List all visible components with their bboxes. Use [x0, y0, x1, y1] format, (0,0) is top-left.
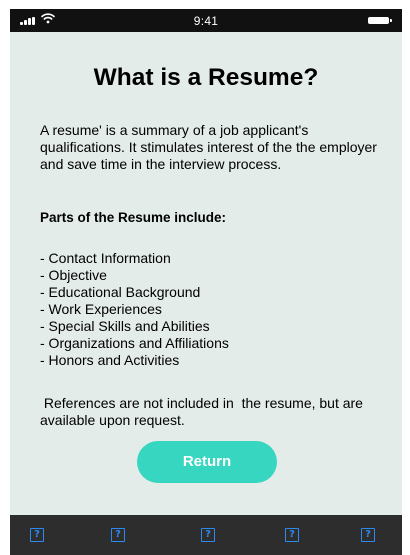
references-note: References are not included in the resum…: [40, 395, 367, 428]
question-icon[interactable]: ?: [30, 528, 44, 542]
list-item: - Objective: [40, 267, 107, 283]
intro-paragraph: A resume' is a summary of a job applican…: [40, 122, 377, 172]
question-icon[interactable]: ?: [201, 528, 215, 542]
return-button[interactable]: Return: [137, 441, 277, 483]
list-item: - Contact Information: [40, 250, 171, 266]
question-icon[interactable]: ?: [111, 528, 125, 542]
list-item: - Work Experiences: [40, 301, 162, 317]
list-item: - Special Skills and Abilities: [40, 318, 210, 334]
battery-icon: [368, 17, 392, 24]
parts-heading: Parts of the Resume include:: [40, 210, 227, 225]
status-time: 9:41: [193, 14, 219, 28]
question-icon[interactable]: ?: [361, 528, 375, 542]
list-item: - Organizations and Affiliations: [40, 335, 229, 351]
question-icon[interactable]: ?: [285, 528, 299, 542]
page-title: What is a Resume?: [93, 64, 319, 91]
list-item: - Honors and Activities: [40, 352, 180, 368]
status-bar: 9:41: [10, 9, 402, 32]
list-item: - Educational Background: [40, 284, 201, 300]
phone-screen: 9:41 What is a Resume? A resume' is a su…: [10, 9, 402, 555]
tab-bar: ? ? ? ? ?: [10, 515, 402, 555]
parts-list: - Contact Information - Objective - Educ…: [40, 250, 229, 369]
